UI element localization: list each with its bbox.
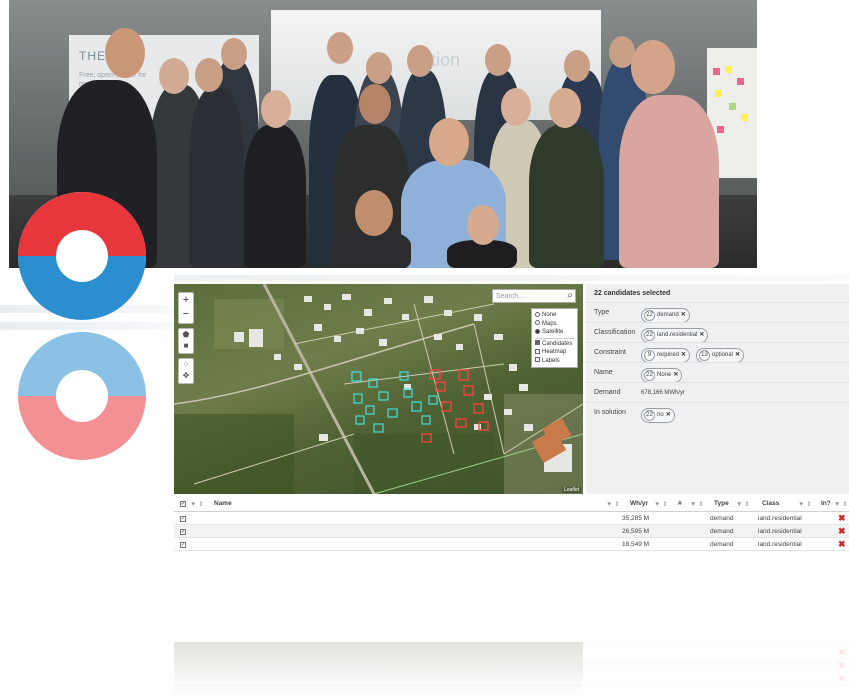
zoom-in-button[interactable]: + [179,293,193,307]
col-class[interactable]: Class [762,500,779,507]
radio-icon [535,311,540,317]
constraint-required-chip[interactable]: 9 required ✕ [641,348,691,363]
demand-value: 678,166 MWh/yr [641,390,686,396]
table-header: ✓ ▼ ⇕ Name ▼ ⇕ Wh/yr ▼ ⇕ # ▼ ⇕ Type ▼ ⇕ … [174,497,849,512]
thermos-app: + − ⬟ ■ ⁘ ✥ Search... ⌕ None Maps Satell… [174,275,849,695]
remove-icon[interactable]: ✕ [673,372,678,378]
select-all-checkbox[interactable]: ✓ [180,501,186,507]
classification-chip[interactable]: 22 land.residential ✕ [641,328,709,343]
remove-row-icon[interactable]: ✖ [838,539,846,550]
map-attribution[interactable]: Leaflet [561,487,581,493]
map-reflection [174,642,583,700]
row-checkbox[interactable]: ✓ [180,529,186,535]
filter-icon[interactable]: ▼ ⇕ [798,500,812,508]
remove-row-icon[interactable]: ✖ [838,513,846,524]
thermos-logo [18,192,146,320]
zoom-control: + − [178,292,194,324]
remove-icon[interactable]: ✕ [699,332,704,338]
demand-row: Demand 678,166 MWh/yr [586,382,849,403]
name-chip[interactable]: 22 None ✕ [641,368,683,383]
road [343,363,505,385]
constraint-row: Constraint 9 required ✕ 13 optional ✕ [586,342,849,363]
col-whyr[interactable]: Wh/yr [630,500,648,507]
filter-icon[interactable]: ▼ ⇕ [690,500,704,508]
row-checkbox[interactable]: ✓ [180,542,186,548]
col-hash[interactable]: # [678,500,682,507]
map-search-input[interactable]: Search... ⌕ [492,289,576,303]
field-patch [354,434,494,494]
overlay-heatmap[interactable]: Heatmap [535,348,574,357]
radio-selected-icon [535,328,540,334]
type-row: Type 22 demand ✕ [586,302,849,323]
in-solution-row: In solution 22 no ✕ [586,402,849,423]
constraint-optional-chip[interactable]: 13 optional ✕ [696,348,745,363]
remove-icon[interactable]: ✕ [681,352,686,358]
select-tools[interactable]: ⁘ ✥ [178,358,194,384]
polygon-icon[interactable]: ⬟ [179,329,193,340]
candidate-outlines-required [421,369,489,443]
row-checkbox[interactable]: ✓ [180,516,186,522]
overlay-labels[interactable]: Labels [535,357,574,366]
remove-icon[interactable]: ✕ [681,312,686,318]
draw-tools[interactable]: ⬟ ■ [178,328,194,354]
filter-icon[interactable]: ▼ ⇕ [190,500,204,508]
layer-satellite[interactable]: Satellite [535,328,574,337]
filter-icon[interactable]: ▼ ⇕ [606,500,620,508]
type-chip[interactable]: 22 demand ✕ [641,308,690,323]
radio-icon [535,320,540,326]
remove-row-icon[interactable]: ✖ [838,526,846,537]
table-row[interactable]: ✓ 26,595 M demand land.residential ✖ [174,525,849,538]
map-overlay [174,284,583,494]
remove-icon[interactable]: ✕ [666,412,671,418]
search-placeholder: Search... [496,293,525,300]
left-stripe [0,322,174,330]
grid-icon[interactable]: ⁘ [179,359,193,370]
classification-row: Classification 22 land.residential ✕ [586,322,849,343]
table-row[interactable]: ✓ 18,549 M demand land.residential ✖ [174,538,849,551]
table-row[interactable]: ✓ 35,285 M demand land.residential ✖ [174,512,849,525]
col-type[interactable]: Type [714,500,729,507]
checkbox-icon [535,357,540,363]
selection-header: 22 candidates selected [594,290,671,297]
layer-none[interactable]: None [535,311,574,320]
in-solution-chip[interactable]: 22 no ✕ [641,408,675,423]
filter-icon[interactable]: ▼ ⇕ [736,500,750,508]
zoom-out-button[interactable]: − [179,307,193,321]
satellite-map[interactable]: + − ⬟ ■ ⁘ ✥ Search... ⌕ None Maps Satell… [174,284,583,494]
selection-panel: 22 candidates selected Type 22 demand ✕ Cl… [586,284,849,494]
move-icon[interactable]: ✥ [179,370,193,381]
layer-control: None Maps Satellite Candidates Heatmap L… [531,308,578,368]
layer-maps[interactable]: Maps [535,320,574,329]
checkbox-checked-icon [535,340,540,346]
filter-icon[interactable]: ▼ ⇕ [834,500,848,508]
remove-icon[interactable]: ✕ [735,352,740,358]
col-in[interactable]: In? [821,500,831,507]
field-patch [174,414,294,494]
thermos-logo-reflection [18,332,146,460]
search-icon[interactable]: ⌕ [567,289,573,303]
checkbox-icon [535,348,540,354]
name-row: Name 22 None ✕ [586,362,849,383]
col-name[interactable]: Name [214,500,232,507]
filter-icon[interactable]: ▼ ⇕ [654,500,668,508]
rectangle-icon[interactable]: ■ [179,340,193,351]
overlay-candidates[interactable]: Candidates [535,340,574,349]
